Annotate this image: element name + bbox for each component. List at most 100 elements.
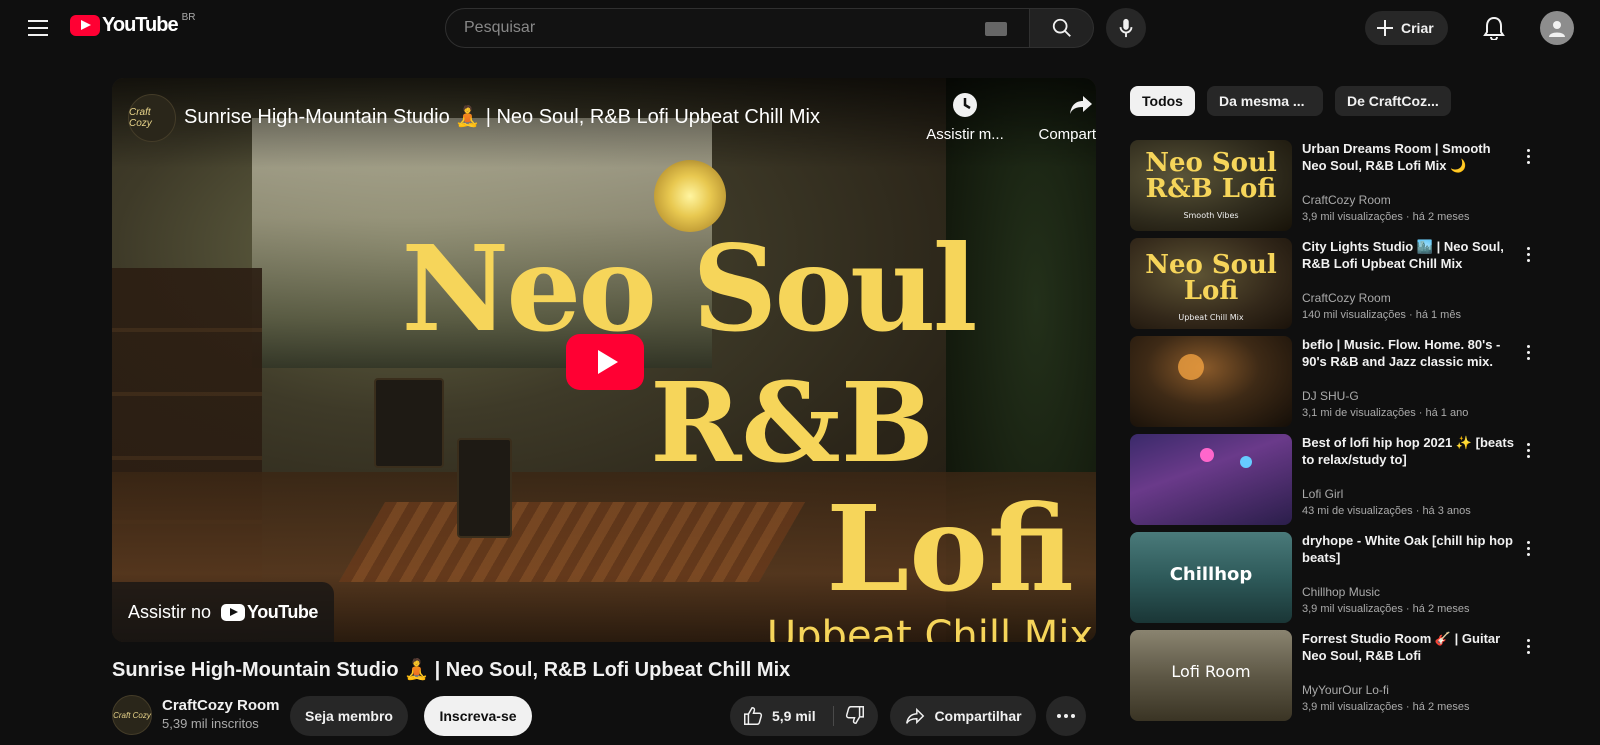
join-button[interactable]: Seja membro: [290, 696, 408, 736]
more-vertical-icon[interactable]: [1518, 634, 1538, 658]
recommendation-item[interactable]: Best of lofi hip hop 2021 ✨ [beats to re…: [1130, 434, 1540, 532]
video-player[interactable]: Neo Soul R&B Lofi Upbeat Chill Mix Craft…: [112, 78, 1096, 642]
more-vertical-icon[interactable]: [1518, 340, 1538, 364]
menu-icon[interactable]: [24, 14, 52, 42]
account-icon: [1549, 21, 1565, 37]
youtube-logo[interactable]: YouTube BR: [70, 12, 196, 37]
channel-name[interactable]: CraftCozy Room: [162, 697, 280, 714]
watch-on-youtube-button[interactable]: Assistir no YouTube: [112, 582, 334, 642]
recommendation-thumbnail[interactable]: Neo Soul Lofi Upbeat Chill Mix: [1130, 238, 1292, 329]
like-dislike-group: 5,9 mil: [730, 696, 878, 736]
recommendation-title[interactable]: dryhope - White Oak [chill hip hop beats…: [1302, 532, 1514, 566]
chip-same-series[interactable]: Da mesma ...: [1206, 86, 1323, 116]
thumbnail-text: Neo Soul Lofi: [1145, 250, 1277, 306]
recommendation-meta: 3,9 mil visualizações · há 2 meses: [1302, 211, 1470, 223]
watch-on-youtube-logo: YouTube: [221, 602, 318, 623]
recommendation-channel[interactable]: DJ SHU-G: [1302, 389, 1359, 403]
plus-icon: [1377, 20, 1393, 36]
recommendations-list: Neo Soul R&B Lofi Smooth Vibes Urban Dre…: [1130, 140, 1540, 728]
masthead: YouTube BR Criar: [0, 0, 1600, 56]
player-channel-logo[interactable]: Craft Cozy: [128, 94, 176, 142]
recommendation-meta: 3,9 mil visualizações · há 2 meses: [1302, 603, 1470, 615]
filter-chips: Todos Da mesma ... De CraftCoz...: [1130, 86, 1451, 116]
thumbnail-firework: [1240, 456, 1252, 468]
thumbnail-text-line4: Upbeat Chill Mix: [766, 613, 1094, 642]
thumbnail-subtext: Smooth Vibes: [1183, 211, 1239, 220]
player-share-button[interactable]: Compartilh...: [1026, 92, 1096, 143]
watch-later-label: Assistir m...: [926, 126, 1004, 143]
create-label: Criar: [1401, 20, 1434, 36]
subscriber-count: 5,39 mil inscritos: [162, 716, 259, 731]
thumbnail-text: Chillhop: [1169, 564, 1253, 585]
recommendation-item[interactable]: Neo Soul Lofi Upbeat Chill Mix City Ligh…: [1130, 238, 1540, 336]
recommendation-channel[interactable]: CraftCozy Room: [1302, 291, 1391, 305]
like-icon[interactable]: [742, 705, 764, 727]
recommendation-meta: 3,1 mi de visualizações · há 1 ano: [1302, 407, 1469, 419]
logo-text: YouTube: [102, 14, 179, 36]
recommendation-thumbnail[interactable]: [1130, 434, 1292, 525]
share-arrow-icon: [1070, 96, 1092, 114]
thumbnail-rug: [338, 502, 806, 582]
thumbnail-lamp: [1178, 354, 1204, 380]
more-vertical-icon[interactable]: [1518, 144, 1538, 168]
recommendation-title[interactable]: Forrest Studio Room 🎸 | Guitar Neo Soul,…: [1302, 630, 1514, 664]
notifications-button[interactable]: [1480, 14, 1508, 42]
recommendation-title[interactable]: City Lights Studio 🏙️ | Neo Soul, R&B Lo…: [1302, 238, 1514, 272]
more-horizontal-icon: [1057, 714, 1075, 718]
youtube-play-logo-icon: [221, 603, 246, 621]
country-code: BR: [181, 12, 196, 23]
recommendation-meta: 140 mil visualizações · há 1 mês: [1302, 309, 1461, 321]
thumbnail-speaker: [374, 378, 444, 468]
thumbnail-text-line1: Neo Soul: [401, 219, 977, 358]
chip-from-channel[interactable]: De CraftCoz...: [1334, 86, 1451, 116]
thumbnail-text: Lofi Room: [1171, 662, 1251, 681]
recommendation-item[interactable]: beflo | Music. Flow. Home. 80's - 90's R…: [1130, 336, 1540, 434]
subscribe-button[interactable]: Inscreva-se: [424, 696, 532, 736]
recommendation-channel[interactable]: CraftCozy Room: [1302, 193, 1391, 207]
mic-icon: [1119, 18, 1133, 38]
create-button[interactable]: Criar: [1365, 11, 1448, 45]
recommendation-thumbnail[interactable]: Neo Soul R&B Lofi Smooth Vibes: [1130, 140, 1292, 231]
recommendation-meta: 43 mi de visualizações · há 3 anos: [1302, 505, 1471, 517]
youtube-play-logo-icon: [70, 15, 100, 36]
more-actions-button[interactable]: [1046, 696, 1086, 736]
search-box: [445, 8, 1030, 48]
share-label: Compartilhar: [934, 708, 1022, 724]
like-divider: [833, 706, 834, 726]
chip-all[interactable]: Todos: [1130, 86, 1195, 116]
thumbnail-subtext: Upbeat Chill Mix: [1178, 313, 1244, 322]
voice-search-button[interactable]: [1106, 8, 1146, 48]
play-button[interactable]: [566, 334, 644, 390]
search-button[interactable]: [1030, 8, 1094, 48]
watch-later-button[interactable]: Assistir m...: [910, 92, 1020, 143]
recommendation-item[interactable]: Chillhop dryhope - White Oak [chill hip …: [1130, 532, 1540, 630]
recommendation-channel[interactable]: Lofi Girl: [1302, 487, 1343, 501]
recommendation-item[interactable]: Lofi Room Forrest Studio Room 🎸 | Guitar…: [1130, 630, 1540, 728]
player-overlay-title[interactable]: Sunrise High-Mountain Studio 🧘 | Neo Sou…: [184, 104, 820, 129]
more-vertical-icon[interactable]: [1518, 536, 1538, 560]
recommendation-item[interactable]: Neo Soul R&B Lofi Smooth Vibes Urban Dre…: [1130, 140, 1540, 238]
recommendation-channel[interactable]: MyYourOur Lo-fi: [1302, 683, 1389, 697]
recommendation-channel[interactable]: Chillhop Music: [1302, 585, 1380, 599]
watch-on-brand: YouTube: [247, 601, 318, 622]
recommendation-title[interactable]: Urban Dreams Room | Smooth Neo Soul, R&B…: [1302, 140, 1514, 174]
dislike-icon[interactable]: [844, 704, 866, 726]
search-input[interactable]: [464, 19, 944, 37]
thumbnail-firework: [1200, 448, 1214, 462]
more-vertical-icon[interactable]: [1518, 438, 1538, 462]
recommendation-thumbnail[interactable]: Lofi Room: [1130, 630, 1292, 721]
thumbnail-text: Neo Soul R&B Lofi: [1145, 148, 1277, 204]
channel-avatar[interactable]: Craft Cozy: [112, 695, 152, 735]
keyboard-icon[interactable]: [985, 22, 1007, 36]
more-vertical-icon[interactable]: [1518, 242, 1538, 266]
account-avatar[interactable]: [1540, 11, 1574, 45]
thumbnail-text-line2: R&B: [650, 358, 934, 487]
like-count[interactable]: 5,9 mil: [772, 708, 816, 724]
recommendation-title[interactable]: beflo | Music. Flow. Home. 80's - 90's R…: [1302, 336, 1514, 370]
recommendation-thumbnail[interactable]: Chillhop: [1130, 532, 1292, 623]
thumbnail-text-line3: Lofi: [826, 479, 1074, 618]
share-icon: [906, 707, 925, 725]
recommendation-thumbnail[interactable]: [1130, 336, 1292, 427]
share-button[interactable]: Compartilhar: [890, 696, 1036, 736]
recommendation-title[interactable]: Best of lofi hip hop 2021 ✨ [beats to re…: [1302, 434, 1514, 468]
